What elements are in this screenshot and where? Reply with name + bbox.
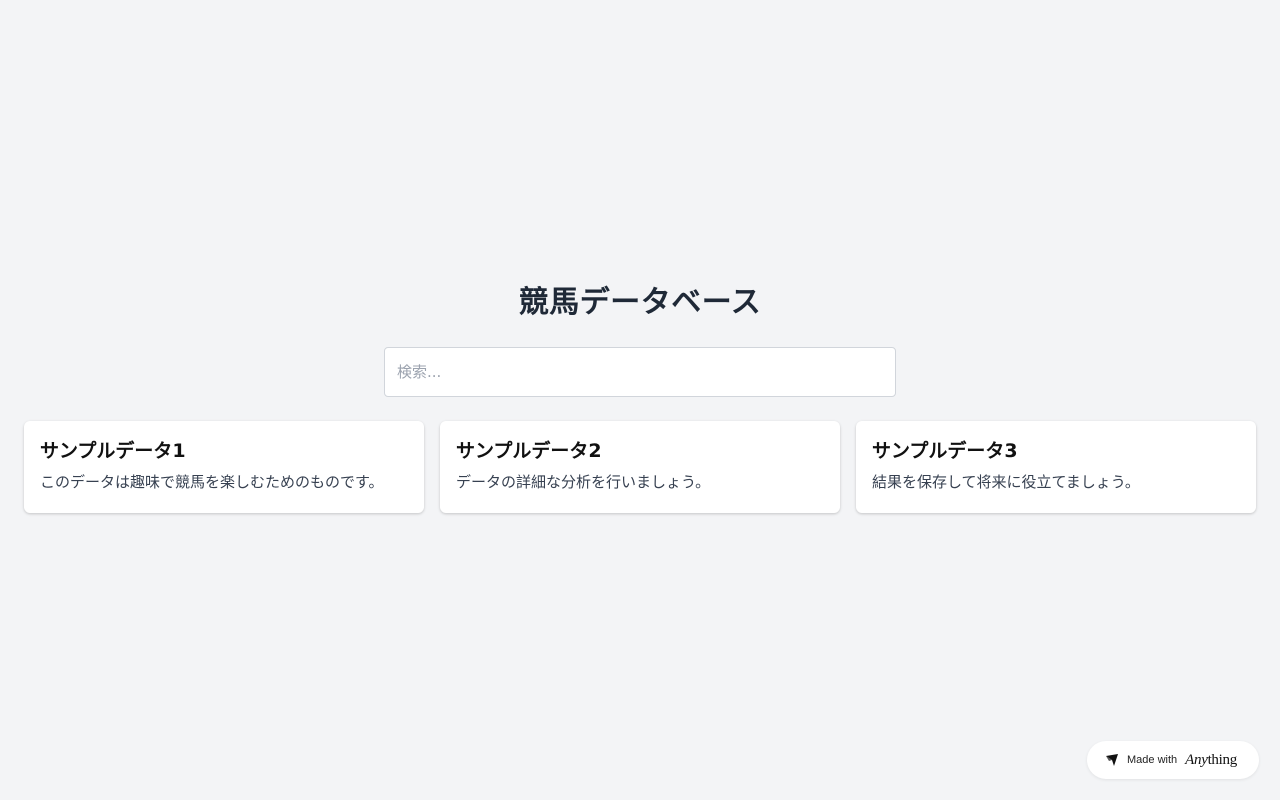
data-card[interactable]: サンプルデータ2 データの詳細な分析を行いましょう。 bbox=[440, 421, 840, 513]
card-description: このデータは趣味で競馬を楽しむためのものです。 bbox=[40, 473, 384, 491]
data-card[interactable]: サンプルデータ3 結果を保存して将来に役立てましょう。 bbox=[856, 421, 1256, 513]
card-title: サンプルデータ2 bbox=[456, 440, 602, 462]
card-list: サンプルデータ1 このデータは趣味で競馬を楽しむためのものです。 サンプルデータ… bbox=[24, 421, 1256, 513]
card-title: サンプルデータ1 bbox=[40, 440, 186, 462]
search-input[interactable] bbox=[384, 347, 896, 397]
made-with-text: Made with bbox=[1127, 754, 1178, 766]
anything-logo-icon bbox=[1105, 753, 1119, 767]
card-title: サンプルデータ3 bbox=[872, 440, 1018, 462]
brand-rest: thing bbox=[1207, 751, 1238, 768]
card-description: 結果を保存して将来に役立てましょう。 bbox=[872, 473, 1140, 491]
data-card[interactable]: サンプルデータ1 このデータは趣味で競馬を楽しむためのものです。 bbox=[24, 421, 424, 513]
brand-name: Anything bbox=[1185, 752, 1237, 769]
made-with-anything-badge[interactable]: Made with Anything bbox=[1087, 741, 1259, 779]
brand-italic: Any bbox=[1185, 751, 1208, 768]
card-description: データの詳細な分析を行いましょう。 bbox=[456, 473, 711, 491]
page-title: 競馬データベース bbox=[518, 285, 762, 320]
page: 競馬データベース サンプルデータ1 このデータは趣味で競馬を楽しむためのものです… bbox=[0, 0, 1280, 800]
